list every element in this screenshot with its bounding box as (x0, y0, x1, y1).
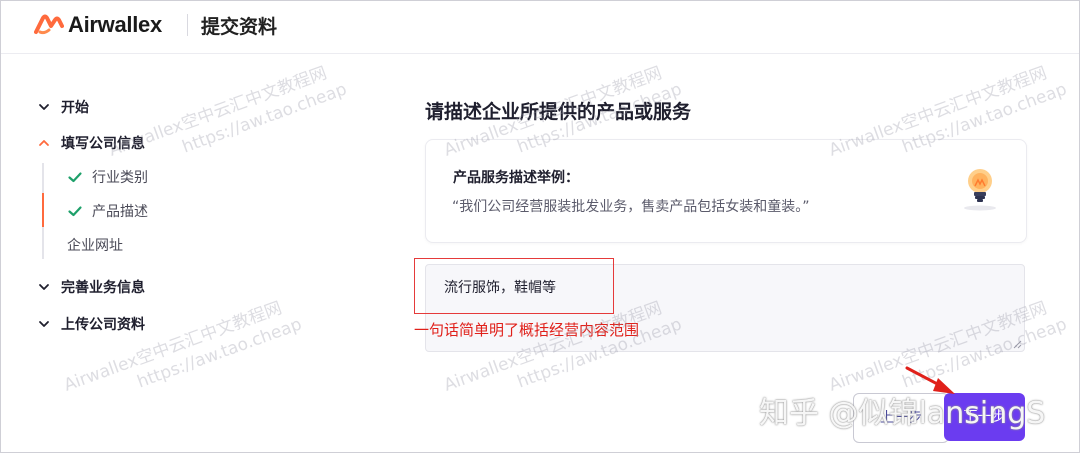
substep-label: 产品描述 (92, 204, 148, 220)
check-icon (68, 172, 82, 183)
chevron-up-icon (39, 140, 49, 146)
step-sidebar: 开始 填写公司信息 行业类别 产品描述 企业网址 完善业务信息 上传公司资料 (1, 53, 301, 452)
step-business-info[interactable]: 完善业务信息 (37, 277, 145, 297)
top-header: Airwallex 提交资料 (1, 1, 1079, 54)
step-company-info[interactable]: 填写公司信息 (37, 133, 145, 153)
app-window: Airwallex 提交资料 开始 填写公司信息 行业类别 产品描述 企业网址 (0, 0, 1080, 453)
substep-website[interactable]: 企业网址 (67, 235, 123, 255)
substep-label: 企业网址 (67, 238, 123, 254)
header-divider (187, 14, 188, 36)
step-upload-docs[interactable]: 上传公司资料 (37, 314, 145, 334)
chevron-down-icon (39, 321, 49, 327)
section-title: 请描述企业所提供的产品或服务 (425, 101, 692, 123)
step-label: 填写公司信息 (61, 136, 145, 152)
example-card: 产品服务描述举例： “我们公司经营服装批发业务，售卖产品包括女装和童装。” (425, 139, 1027, 243)
chevron-down-icon (39, 284, 49, 290)
step-label: 上传公司资料 (61, 317, 145, 333)
chevron-down-icon (39, 104, 49, 110)
check-icon (68, 206, 82, 217)
zhihu-watermark: 知乎 @似锦lansingS (759, 396, 1046, 431)
page-title: 提交资料 (201, 16, 278, 38)
brand-name: Airwallex (68, 12, 162, 37)
lightbulb-icon (964, 169, 996, 211)
brand-logo[interactable]: Airwallex (34, 12, 162, 38)
step-label: 完善业务信息 (61, 280, 145, 296)
resize-handle-icon[interactable] (1012, 339, 1022, 349)
step-label: 开始 (61, 100, 89, 116)
annotation-text: 一句话简单明了概括经营内容范围 (414, 321, 640, 339)
airwallex-logo-icon (34, 14, 64, 35)
substep-industry[interactable]: 行业类别 (67, 167, 148, 187)
step-start[interactable]: 开始 (37, 97, 89, 117)
example-text: “我们公司经营服装批发业务，售卖产品包括女装和童装。” (452, 199, 810, 215)
example-heading: 产品服务描述举例： (453, 170, 579, 186)
substep-active-indicator (42, 193, 44, 227)
annotation-highlight-box (414, 258, 614, 314)
substep-product-description[interactable]: 产品描述 (67, 201, 148, 221)
substep-label: 行业类别 (92, 170, 148, 186)
